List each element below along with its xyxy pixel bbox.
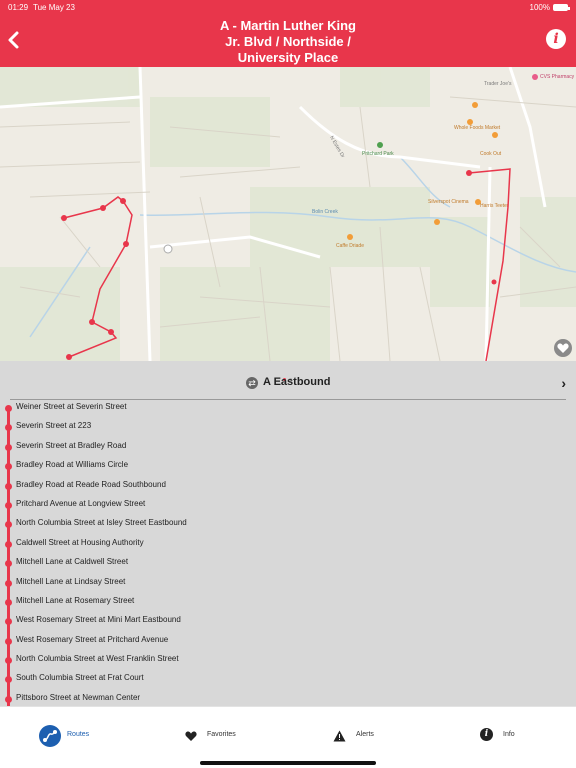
map-label-silverspot: Silverspot Cinema xyxy=(428,199,469,205)
chevron-left-icon xyxy=(8,31,19,49)
stop-dot xyxy=(5,676,12,684)
stop-item[interactable]: West Rosemary Street at Pritchard Avenue xyxy=(0,631,576,650)
tab-info-label: Info xyxy=(503,731,515,738)
direction-toggle-button[interactable]: ⇄ xyxy=(246,377,258,389)
stop-item[interactable]: Mitchell Lane at Caldwell Street xyxy=(0,553,576,572)
info-icon: i xyxy=(553,31,559,47)
stop-item[interactable]: Mitchell Lane at Rosemary Street xyxy=(0,592,576,611)
tab-routes-label: Routes xyxy=(67,731,90,738)
stop-dot xyxy=(5,521,12,529)
route-title-line3: University Place xyxy=(237,50,339,65)
stop-name: Bradley Road at Reade Road Southbound xyxy=(16,479,166,489)
stop-item[interactable]: North Columbia Street at West Franklin S… xyxy=(0,650,576,669)
battery-percent: 100% xyxy=(529,3,550,12)
battery-icon xyxy=(553,4,570,11)
page-indicator[interactable] xyxy=(283,368,295,381)
stop-item[interactable]: Caldwell Street at Housing Authority xyxy=(0,534,576,553)
stop-dot xyxy=(5,695,12,703)
next-direction-button[interactable]: › xyxy=(561,375,566,391)
map-label-caffe: Caffe Driade xyxy=(336,243,364,249)
stop-dot xyxy=(5,579,12,587)
map-label-pritchard-park: Pritchard Park xyxy=(362,151,394,157)
stop-item[interactable]: Severin Street at Bradley Road xyxy=(0,437,576,456)
tab-favorites-label: Favorites xyxy=(207,731,236,738)
stop-dot xyxy=(5,618,12,626)
stop-dot xyxy=(5,598,12,606)
header-bar: 01:29 Tue May 23 100% A - Martin Luther … xyxy=(0,0,576,67)
route-map[interactable]: Trader Joe's CVS Pharmacy Pritchard Park… xyxy=(0,67,576,361)
stop-name: West Rosemary Street at Pritchard Avenue xyxy=(16,634,169,644)
map-label-whole-foods: Whole Foods Market xyxy=(454,125,501,131)
map-label-cvs: CVS Pharmacy xyxy=(540,74,575,80)
warning-icon xyxy=(333,730,346,742)
stop-item[interactable]: North Columbia Street at Isley Street Ea… xyxy=(0,514,576,533)
stop-item[interactable]: Pritchard Avenue at Longview Street xyxy=(0,495,576,514)
map-label-harris-teeter: Harris Teeter xyxy=(480,203,509,209)
status-time: 01:29 xyxy=(8,3,29,12)
stop-dot xyxy=(5,560,12,568)
stop-item[interactable]: Pittsboro Street at Newman Center xyxy=(0,689,576,706)
tab-alerts-label: Alerts xyxy=(356,731,374,738)
stop-name: Mitchell Lane at Lindsay Street xyxy=(16,576,126,586)
stop-name: West Rosemary Street at Mini Mart Eastbo… xyxy=(16,615,181,625)
stop-name: Pritchard Avenue at Longview Street xyxy=(16,498,146,508)
stop-name: Caldwell Street at Housing Authority xyxy=(16,537,144,547)
map-label-bolin-creek: Bolin Creek xyxy=(312,209,338,215)
map-label-cook-out: Cook Out xyxy=(480,151,502,157)
home-indicator xyxy=(200,761,376,765)
stop-name: North Columbia Street at Isley Street Ea… xyxy=(16,518,187,528)
stop-dot xyxy=(5,443,12,451)
route-title-line1: A - Martin Luther King xyxy=(219,18,356,33)
stop-dot xyxy=(5,463,12,471)
stop-dot xyxy=(5,424,12,432)
heart-icon xyxy=(557,343,569,353)
stop-dot xyxy=(5,405,12,412)
route-title: A - Martin Luther King Jr. Blvd / Norths… xyxy=(120,18,456,66)
stop-dot xyxy=(5,637,12,645)
map-label-trader-joes: Trader Joe's xyxy=(484,81,512,87)
status-date: Tue May 23 xyxy=(33,3,75,12)
status-bar: 01:29 Tue May 23 100% xyxy=(0,0,576,14)
back-button[interactable] xyxy=(4,29,24,51)
stop-item[interactable]: Bradley Road at Williams Circle xyxy=(0,456,576,475)
stop-dot xyxy=(5,540,12,548)
route-title-line2: Jr. Blvd / Northside / xyxy=(225,34,351,49)
heart-icon xyxy=(185,731,197,741)
direction-label: A Eastbound xyxy=(263,376,331,388)
stop-item[interactable]: West Rosemary Street at Mini Mart Eastbo… xyxy=(0,611,576,630)
stop-dot xyxy=(5,657,12,665)
stop-name: Severin Street at 223 xyxy=(16,421,92,431)
stop-name: Severin Street at Bradley Road xyxy=(16,440,127,450)
stop-item[interactable]: South Columbia Street at Frat Court xyxy=(0,669,576,688)
chevron-right-icon: › xyxy=(561,375,566,391)
tab-bar: Routes Favorites Alerts i Info xyxy=(0,706,576,768)
stop-name: South Columbia Street at Frat Court xyxy=(16,673,144,683)
stop-dot xyxy=(5,501,12,509)
stop-item[interactable]: Severin Street at 223 xyxy=(0,417,576,436)
stop-item[interactable]: Weiner Street at Severin Street xyxy=(0,398,576,417)
map-favorite-button[interactable] xyxy=(554,339,572,357)
info-icon: i xyxy=(480,728,493,741)
stop-name: Mitchell Lane at Rosemary Street xyxy=(16,595,135,605)
stop-name: Mitchell Lane at Caldwell Street xyxy=(16,557,129,567)
route-icon xyxy=(39,725,61,747)
info-button[interactable]: i xyxy=(546,29,566,49)
stop-name: Pittsboro Street at Newman Center xyxy=(16,692,141,702)
stop-item[interactable]: Mitchell Lane at Lindsay Street xyxy=(0,573,576,592)
direction-header: ⇄ A Eastbound › xyxy=(0,374,576,396)
stop-dot xyxy=(5,482,12,490)
map-canvas: Trader Joe's CVS Pharmacy Pritchard Park… xyxy=(0,67,576,361)
swap-arrows-icon: ⇄ xyxy=(248,378,256,388)
stops-panel: ⇄ A Eastbound › Weiner Street at Severin… xyxy=(0,361,576,706)
stop-name: Bradley Road at Williams Circle xyxy=(16,460,129,470)
stop-item[interactable]: Bradley Road at Reade Road Southbound xyxy=(0,476,576,495)
stops-list: Weiner Street at Severin Street Severin … xyxy=(0,398,576,706)
stop-name: North Columbia Street at West Franklin S… xyxy=(16,654,179,664)
stop-name: Weiner Street at Severin Street xyxy=(16,402,127,411)
